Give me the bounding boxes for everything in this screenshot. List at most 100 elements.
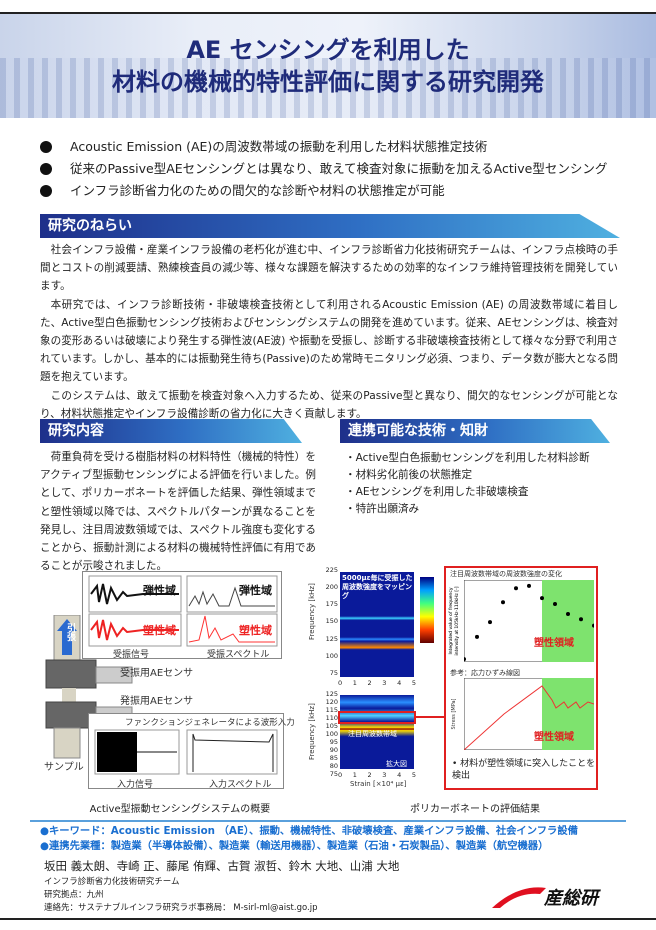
chart-y-axis-label: Integrated value of frequency intensity … <box>449 586 460 656</box>
x-tick: 2 <box>367 679 372 687</box>
detect-note: • 材料が塑性領域に突入したことを検出 <box>452 759 596 781</box>
data-point <box>566 611 570 616</box>
content-text: 荷重負荷を受ける樹脂材料の材料特性（機械的特性）をアクティブ型振動センシングによ… <box>40 451 316 573</box>
highlight: Acoustic Emission (AE)の周波数帯域の振動を利用した材料状態… <box>70 139 488 154</box>
y-tick: 225 <box>325 566 338 574</box>
bottom-y-ticks: 125 120 115 110 105 100 95 90 85 80 75 <box>322 690 338 778</box>
bullet-icon <box>40 141 52 153</box>
y-tick: 95 <box>329 738 338 746</box>
data-point <box>527 583 531 588</box>
authors: 坂田 義太朗、寺崎 正、藤尾 侑輝、古賀 淑哲、鈴木 大地、山浦 大地 <box>44 859 400 873</box>
frequency-axis-label: Frequency [kHz] <box>308 583 316 640</box>
elastic-label: 弾性域 <box>143 584 176 597</box>
tech-list: ・Active型白色振動センシングを利用した材料診断 ・材料劣化前後の状態推定 … <box>345 450 590 518</box>
plastic-region-fill <box>542 580 594 662</box>
bottom-x-ticks: 0 1 2 3 4 5 <box>338 771 416 779</box>
x-tick: 4 <box>397 679 402 687</box>
y-tick: 75 <box>329 668 338 677</box>
data-point <box>579 617 583 622</box>
x-tick: 3 <box>382 679 387 687</box>
paragraph: 社会インフラ設備・産業インフラ設備の老朽化が進む中、インフラ診断省力化技術研究チ… <box>40 244 618 293</box>
data-point <box>475 634 479 639</box>
function-generator-label: ファンクションジェネレータによる波形入力 <box>125 718 295 728</box>
intensity-scatter-chart <box>464 580 594 662</box>
x-tick: 0 <box>338 679 343 687</box>
y-tick: 175 <box>325 600 338 609</box>
content-heading: 研究内容 <box>40 419 302 443</box>
y-tick: 150 <box>325 617 338 626</box>
tech-heading: 連携可能な技術・知財 <box>340 419 610 443</box>
x-tick: 3 <box>382 771 387 779</box>
stress-strain-title: 参考：応力ひずみ線図 <box>450 669 520 677</box>
colorbar <box>420 577 434 643</box>
plastic-region-label: 塑性領域 <box>534 638 574 649</box>
aist-logo: 産総研 <box>488 880 608 912</box>
transmitting-sensor-label: 発振用AEセンサ <box>120 696 194 707</box>
y-tick: 100 <box>325 651 338 660</box>
title-line-2: 材料の機械的特性評価に関する研究開発 <box>112 68 544 96</box>
paragraph: このシステムは、敢えて振動を検査対象へ入力するため、従来のPassive型と異な… <box>40 389 618 420</box>
x-tick: 5 <box>411 679 416 687</box>
logo-text: 産総研 <box>544 888 598 909</box>
input-signal-label: 入力信号 <box>117 780 154 790</box>
zoom-view-label: 拡大図 <box>386 760 407 768</box>
y-tick: 85 <box>329 754 338 762</box>
sample-label: サンプル <box>44 762 84 773</box>
y-tick: 125 <box>325 634 338 643</box>
y-tick: 75 <box>329 770 338 778</box>
list-item: ・材料劣化前後の状態推定 <box>345 469 473 481</box>
results-box: 注目周波数帯域の周波数強度の変化 Integrated value of fre… <box>444 566 598 790</box>
y-tick: 105 <box>325 722 338 730</box>
receiving-sensor-label: 受振用AEセンサ <box>120 668 194 679</box>
header-banner: AE センシングを利用した 材料の機械的特性評価に関する研究開発 <box>0 14 656 118</box>
highlights: Acoustic Emission (AE)の周波数帯域の振動を利用した材料状態… <box>40 136 607 202</box>
elastic-label: 弾性域 <box>239 584 272 597</box>
bullet-icon <box>40 185 52 197</box>
x-tick: 1 <box>352 679 357 687</box>
aim-heading: 研究のねらい <box>40 214 620 238</box>
contact: 連絡先：サステナブルインフラ研究ラボ事務局： M-sirl-ml@aist.go… <box>44 903 318 913</box>
y-tick: 125 <box>325 690 338 698</box>
input-spectrum-label: 入力スペクトル <box>209 780 272 790</box>
keywords: ●キーワード：Acoustic Emission （AE）、振動、機械特性、非破… <box>40 824 578 854</box>
contact-info: インフラ診断省力化技術研究チーム 研究拠点：九州 連絡先：サステナブルインフラ研… <box>44 876 317 915</box>
stress-strain-chart <box>464 678 594 750</box>
y-tick: 110 <box>325 714 338 722</box>
paragraph: 本研究では、インフラ診断技術・非破壊検査技術として利用されるAcoustic E… <box>40 298 618 384</box>
plastic-region-label: 塑性領域 <box>534 732 574 743</box>
y-tick: 115 <box>325 706 338 714</box>
title-line-1: AE センシングを利用した <box>186 36 470 64</box>
focus-band-label: 注目周波数帯域 <box>348 730 397 738</box>
pull-label: 引張 <box>65 623 75 641</box>
frequency-axis-label: Frequency [kHz] <box>308 703 316 760</box>
figure-caption: ポリカーボネートの評価結果 <box>410 804 540 815</box>
highlight: インフラ診断省力化のための間欠的な診断や材料の状態推定が可能 <box>70 183 445 198</box>
y-tick: 100 <box>325 730 338 738</box>
data-point <box>553 602 557 607</box>
data-point <box>514 586 518 591</box>
received-spectrum-label: 受振スペクトル <box>207 650 270 660</box>
focus-band-highlight <box>338 711 416 724</box>
data-point <box>488 620 492 625</box>
connector-line <box>416 716 446 718</box>
y-tick: 120 <box>325 698 338 706</box>
y-tick: 80 <box>329 762 338 770</box>
list-item: ・特許出願済み <box>345 503 420 515</box>
industries-line: ●連携先業種：製造業（半導体設備）、製造業（輸送用機器）、製造業（石油・石炭製品… <box>40 840 549 852</box>
input-plots: ファンクションジェネレータによる波形入力 入力信号 入力スペクトル <box>88 713 295 790</box>
x-tick: 2 <box>367 771 372 779</box>
detect-note-text: 材料が塑性領域に突入したことを検出 <box>452 759 596 781</box>
data-point <box>540 596 544 601</box>
plastic-label: 塑性域 <box>239 624 272 637</box>
data-point <box>501 600 505 605</box>
strain-axis-label: Strain [×10⁴ με] <box>350 780 407 788</box>
x-tick: 0 <box>338 771 343 779</box>
scatter-title: 注目周波数帯域の周波数強度の変化 <box>450 570 562 578</box>
highlight: 従来のPassive型AEセンシングとは異なり、敢えて検査対象に振動を加えるAc… <box>70 161 608 176</box>
research-base: 研究拠点：九州 <box>44 890 104 900</box>
keywords-line: ●キーワード：Acoustic Emission （AE）、振動、機械特性、非破… <box>40 825 578 837</box>
team-name: インフラ診断省力化技術研究チーム <box>44 877 180 887</box>
divider <box>30 820 626 822</box>
x-tick: 4 <box>397 771 402 779</box>
x-tick: 1 <box>352 771 357 779</box>
